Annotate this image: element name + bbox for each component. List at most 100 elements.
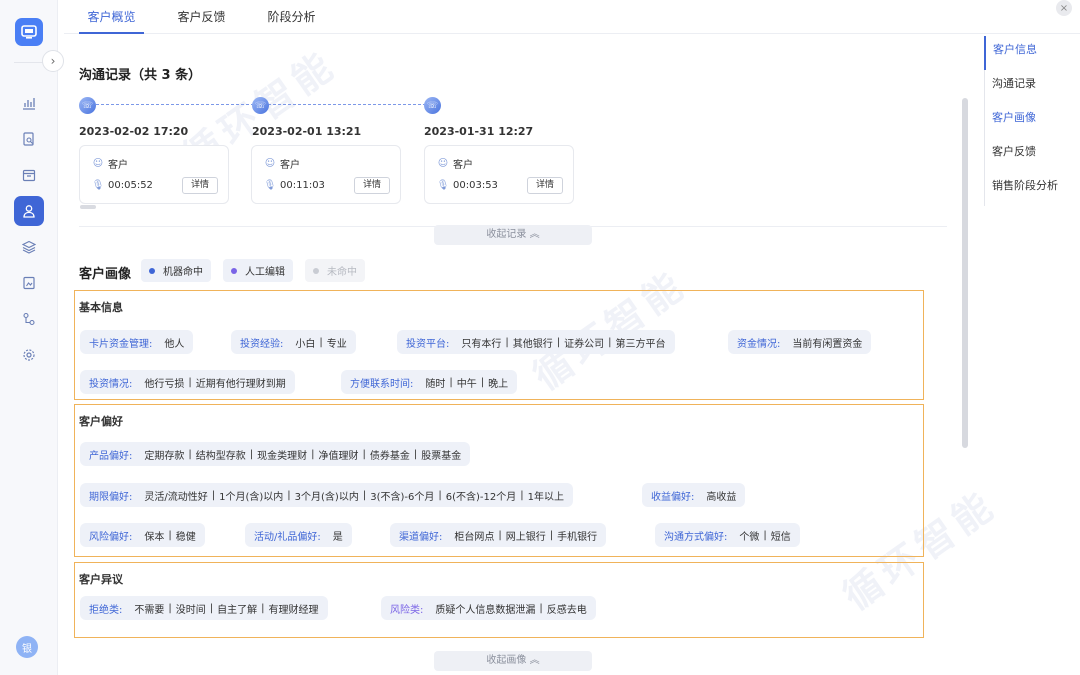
tag-value: 当前有闲置资金: [792, 338, 863, 350]
tag-chip[interactable]: 渠道偏好: 柜台网点 | 网上银行 | 手机银行: [390, 523, 607, 547]
timeline-connector: [96, 104, 254, 105]
tag-chip[interactable]: 风险偏好: 保本 | 稳健: [80, 523, 205, 547]
record-duration: 00:03:53: [453, 179, 498, 191]
gear-icon[interactable]: [14, 340, 44, 370]
tag-chip[interactable]: 收益偏好: 高收益: [642, 483, 746, 507]
anchor-nav: 客户信息 沟通记录 客户画像 客户反馈 销售阶段分析: [984, 36, 1074, 206]
tag-value: 中午: [456, 378, 477, 390]
collapse-portrait-button[interactable]: 收起画像 ︽: [434, 651, 592, 671]
tag-value: 股票基金: [421, 450, 462, 462]
tag-chip[interactable]: 投资平台: 只有本行 | 其他银行 | 证券公司 | 第三方平台: [397, 330, 675, 354]
tag-separator: |: [449, 376, 453, 388]
tag-value: 高收益: [706, 491, 737, 503]
records-horizontal-scrollbar[interactable]: [80, 205, 96, 209]
tag-chip[interactable]: 期限偏好: 灵活/流动性好 | 1个月(含)以内 | 3个月(含)以内 | 3(不含)-6个月…: [80, 483, 573, 507]
tag-separator: |: [413, 448, 418, 460]
tag-separator: |: [188, 376, 192, 388]
close-icon: ×: [1059, 2, 1069, 14]
vertical-scrollbar[interactable]: [962, 98, 968, 448]
legend-label: 机器命中: [163, 267, 203, 278]
legend-dot: [313, 267, 319, 274]
record-card[interactable]: ☺ 客户 🎙 00:11:03 详情: [251, 145, 401, 204]
anchor-records[interactable]: 沟通记录: [985, 70, 1074, 104]
collapse-records-button[interactable]: 收起记录 ︽: [434, 225, 592, 245]
detail-button[interactable]: 详情: [527, 177, 563, 194]
close-button[interactable]: ×: [1056, 0, 1072, 16]
expand-sidebar-button[interactable]: ›: [42, 50, 64, 72]
tab-stage-analysis[interactable]: 阶段分析: [259, 0, 324, 34]
anchor-feedback[interactable]: 客户反馈: [985, 138, 1074, 172]
record-date: 2023-01-31 12:27: [424, 125, 534, 138]
report-icon[interactable]: [14, 268, 44, 298]
tag-key: 风险类:: [390, 604, 424, 616]
layers-icon[interactable]: [14, 232, 44, 262]
anchor-customer-info[interactable]: 客户信息: [984, 36, 1074, 70]
tag-chip[interactable]: 拒绝类: 不需要 | 没时间 | 自主了解 | 有理财经理: [80, 596, 328, 620]
tag-value: 第三方平台: [615, 338, 666, 350]
phone-icon: ☏: [79, 97, 96, 114]
tag-key: 拒绝类:: [89, 604, 123, 616]
tab-customer-feedback[interactable]: 客户反馈: [169, 0, 234, 34]
tag-key: 投资情况:: [89, 378, 133, 390]
calendar-icon[interactable]: [14, 160, 44, 190]
legend-dot: [231, 267, 237, 274]
tag-value: 证券公司: [564, 338, 605, 350]
tag-value: 没时间: [175, 604, 206, 616]
record-card[interactable]: ☺ 客户 🎙 00:03:53 详情: [424, 145, 574, 204]
microphone-icon: 🎙: [436, 179, 450, 191]
tag-value: 手机银行: [557, 531, 598, 543]
logo-icon: [21, 25, 37, 39]
chevron-right-icon: ›: [50, 54, 56, 68]
tag-key: 投资平台:: [406, 338, 450, 350]
tag-chip[interactable]: 投资经验: 小白 | 专业: [231, 330, 356, 354]
tag-separator: |: [549, 529, 554, 541]
user-icon: ☺: [92, 158, 104, 169]
tag-value: 灵活/流动性好: [144, 491, 208, 503]
detail-button[interactable]: 详情: [354, 177, 390, 194]
tag-key: 渠道偏好:: [399, 531, 443, 543]
tag-value: 晚上: [488, 378, 509, 390]
tag-value: 结构型存款: [195, 450, 246, 462]
detail-button[interactable]: 详情: [182, 177, 218, 194]
record-card[interactable]: ☺ 客户 🎙 00:05:52 详情: [79, 145, 229, 204]
tag-chip[interactable]: 卡片资金管理: 他人: [80, 330, 194, 354]
phone-icon: ☏: [424, 97, 441, 114]
tag-separator: |: [249, 448, 254, 460]
tag-value: 1个月(含)以内: [219, 491, 284, 503]
tag-chip[interactable]: 产品偏好: 定期存款 | 结构型存款 | 现金类理财 | 净值理财 | 债券基金 | 股票基金: [80, 442, 471, 466]
anchor-stage-analysis[interactable]: 销售阶段分析: [985, 172, 1074, 206]
tag-chip[interactable]: 方便联系时间: 随时 | 中午 | 晚上: [341, 370, 518, 394]
tag-chip[interactable]: 资金情况: 当前有闲置资金: [728, 330, 872, 354]
tag-separator: |: [763, 529, 767, 541]
records-title: 沟通记录（共 3 条）: [79, 68, 202, 83]
flow-icon[interactable]: [14, 304, 44, 334]
tag-chip[interactable]: 风险类: 质疑个人信息数据泄漏 | 反感去电: [381, 596, 596, 620]
basic-info-section: 基本信息 卡片资金管理: 他人 投资经验: 小白 | 专业 投资平台: 只有本行 | 其他银行…: [74, 290, 924, 400]
document-search-icon[interactable]: [14, 124, 44, 154]
app-logo[interactable]: [15, 18, 43, 46]
timeline-connector: [268, 104, 426, 105]
tag-key: 期限偏好:: [89, 491, 133, 503]
tag-value: 近期有他行理财到期: [195, 378, 286, 390]
customer-icon[interactable]: [14, 196, 44, 226]
tag-key: 风险偏好:: [89, 531, 133, 543]
tag-key: 活动/礼品偏好:: [254, 531, 321, 543]
tag-separator: |: [188, 448, 192, 460]
customer-preference-section: 客户偏好 产品偏好: 定期存款 | 结构型存款 | 现金类理财 | 净值理财 | 债券基金 | 股票基…: [74, 404, 924, 557]
tag-chip[interactable]: 活动/礼品偏好: 是: [245, 523, 352, 547]
user-icon: ☺: [264, 158, 276, 169]
tag-value: 有理财经理: [268, 604, 319, 616]
tag-value: 他行亏损: [144, 378, 185, 390]
tab-customer-overview[interactable]: 客户概览: [79, 0, 144, 34]
tag-separator: |: [498, 529, 502, 541]
tag-separator: |: [362, 448, 366, 460]
tag-key: 卡片资金管理:: [89, 338, 153, 350]
tag-chip[interactable]: 投资情况: 他行亏损 | 近期有他行理财到期: [80, 370, 295, 394]
tag-value: 网上银行: [505, 531, 546, 543]
anchor-portrait[interactable]: 客户画像: [985, 104, 1074, 138]
tag-chip[interactable]: 沟通方式偏好: 个微 | 短信: [655, 523, 800, 547]
chart-icon[interactable]: [14, 88, 44, 118]
tag-value: 净值理财: [318, 450, 359, 462]
record-date: 2023-02-02 17:20: [79, 125, 189, 138]
user-avatar[interactable]: 银: [16, 636, 38, 658]
